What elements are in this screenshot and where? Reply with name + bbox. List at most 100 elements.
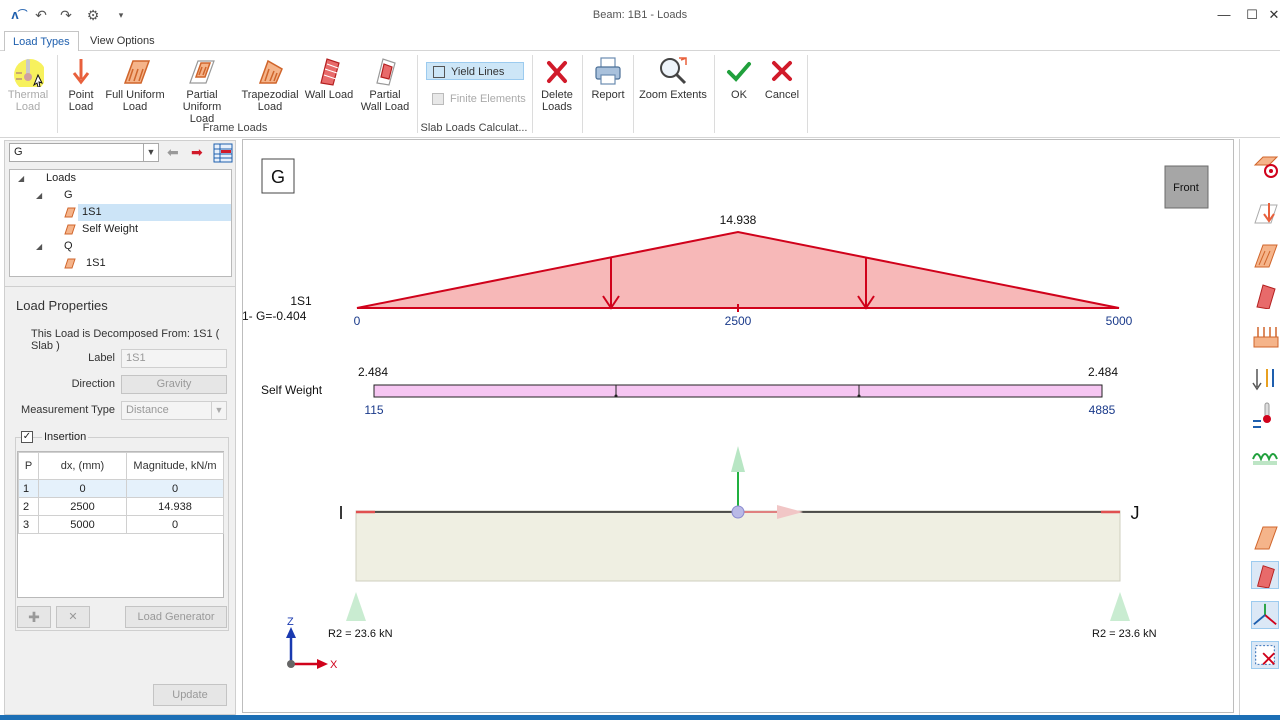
partial-wall-load-button[interactable]: Partial Wall Load [358, 55, 412, 113]
table-view-icon[interactable] [213, 143, 233, 163]
update-button[interactable]: Update [153, 684, 227, 706]
thermal-load-button[interactable]: Thermal Load [6, 55, 50, 113]
table-cell: 3 [18, 515, 39, 534]
tab-view-options[interactable]: View Options [82, 31, 163, 51]
partial-wall-load-label-1: Partial [369, 89, 401, 101]
delete-loads-label-2: Loads [542, 101, 572, 113]
wall-load-icon[interactable] [1251, 281, 1279, 309]
delete-loads-label-1: Delete [541, 89, 573, 101]
column-header: Magnitude, kN/m [126, 452, 224, 480]
tree-node-g-1s1[interactable]: 1S1 [78, 204, 231, 221]
point-load-button[interactable]: Point Load [62, 55, 100, 113]
table-cell[interactable]: 0 [38, 479, 127, 498]
remove-row-button[interactable]: ✕ [56, 606, 90, 628]
moment-load-icon[interactable] [1251, 365, 1279, 393]
left-reaction: R2 = 23.6 kN [328, 628, 393, 640]
beam-body[interactable] [355, 510, 1121, 582]
insertion-checkbox[interactable]: ✓ [21, 431, 33, 443]
load-case-combo[interactable]: G ▼ [9, 143, 159, 162]
cancel-button[interactable]: Cancel [762, 55, 802, 101]
load1-subname: 1- G=-0.404 [243, 309, 307, 323]
axis-icon[interactable] [1251, 601, 1279, 629]
plus-icon: ✚ [28, 609, 40, 625]
insertion-table-frame: P dx, (mm) Magnitude, kN/m 1 0 0 2 2500 … [17, 451, 224, 598]
table-row[interactable]: 1 0 0 [18, 479, 224, 498]
self-weight-dot [614, 394, 618, 398]
table-cell[interactable]: 0 [126, 515, 224, 534]
trapezoidal-load-label-2: Load [257, 101, 283, 113]
load-case-label: G [271, 167, 285, 187]
full-uniform-load-button[interactable]: Full Uniform Load [104, 55, 166, 113]
table-cell[interactable]: 2500 [38, 497, 127, 516]
load-case-value: G [14, 146, 23, 158]
table-cell[interactable]: 14.938 [126, 497, 224, 516]
load-generator-label: Load Generator [137, 611, 215, 623]
arrow-right-icon[interactable]: ➡ [191, 144, 203, 161]
tree-node-loads[interactable]: Loads [46, 170, 76, 187]
tree-node-q-1s1[interactable]: 1S1 [86, 255, 106, 272]
table-cell[interactable]: 5000 [38, 515, 127, 534]
left-panel: G ▼ ⬅ ➡ ◢ Loads ◢ G 1S1 Self Weight ◢ Q … [4, 140, 236, 715]
wall-load-button[interactable]: Wall Load [304, 55, 354, 101]
minimize-button[interactable]: — [1210, 5, 1238, 25]
delete-loads-button[interactable]: Delete Loads [537, 55, 577, 113]
load1-name: 1S1 [290, 294, 312, 308]
finite-elements-button[interactable]: Finite Elements [426, 90, 526, 108]
local-y-arrow [731, 446, 745, 472]
table-row[interactable]: 2 2500 14.938 [18, 497, 224, 516]
table-row[interactable]: 3 5000 0 [18, 515, 224, 534]
chevron-down-icon[interactable]: ▼ [211, 402, 226, 419]
global-x-arrow [317, 659, 328, 669]
collapse-icon[interactable]: ◢ [36, 242, 42, 251]
area-load-icon[interactable] [1251, 323, 1279, 351]
cancel-label: Cancel [764, 89, 800, 101]
partial-uniform-load-button[interactable]: Partial Uniform Load [170, 55, 234, 125]
frame-load-icon [64, 258, 76, 269]
thermal-load-icon[interactable] [1251, 401, 1279, 429]
chevron-down-icon[interactable]: ▼ [143, 144, 158, 161]
right-reaction: R2 = 23.6 kN [1092, 628, 1157, 640]
finite-elements-label: Finite Elements [450, 93, 526, 105]
frame-load-icon[interactable] [1251, 523, 1279, 551]
left-support-icon [346, 592, 366, 621]
tab-load-types[interactable]: Load Types [4, 31, 79, 52]
self-weight-load-shape[interactable] [373, 384, 1103, 398]
point-load-icon[interactable] [1251, 199, 1279, 227]
measurement-type-label: Measurement Type [21, 404, 115, 416]
right-toolbar [1239, 139, 1280, 715]
report-button[interactable]: Report [588, 55, 628, 101]
direction-button[interactable]: Gravity [121, 375, 227, 394]
yield-lines-button[interactable]: Yield Lines [426, 62, 524, 80]
collapse-icon[interactable]: ◢ [36, 191, 42, 200]
load-properties-heading: Load Properties [16, 298, 108, 313]
point-load-label-2: Load [68, 101, 94, 113]
point-load-label-1: Point [68, 89, 94, 101]
tree-node-q[interactable]: Q [64, 238, 73, 255]
uniform-load-icon[interactable] [1251, 241, 1279, 269]
add-row-button[interactable]: ✚ [17, 606, 51, 628]
load-generator-button[interactable]: Load Generator [125, 606, 227, 628]
zoom-extents-button[interactable]: Zoom Extents [638, 55, 708, 101]
ok-button[interactable]: OK [722, 55, 756, 101]
tree-node-self-weight[interactable]: Self Weight [82, 221, 138, 238]
arrow-left-icon[interactable]: ⬅ [167, 144, 179, 161]
trapezoidal-load-shape[interactable] [356, 230, 1120, 309]
trapezoidal-load-button[interactable]: Trapezodial Load [240, 55, 300, 113]
table-cell[interactable]: 0 [126, 479, 224, 498]
label-field[interactable]: 1S1 [121, 349, 227, 368]
load1-x-end: 5000 [1106, 314, 1133, 328]
zoom-extents-label: Zoom Extents [639, 89, 707, 101]
self-weight-name: Self Weight [261, 383, 323, 397]
table-cell: 2 [18, 497, 39, 516]
collapse-icon[interactable]: ◢ [18, 174, 24, 183]
close-button[interactable]: ✕ [1260, 5, 1280, 25]
grid-delete-icon[interactable] [1251, 641, 1279, 669]
load-diagram-canvas[interactable]: G Front 14.938 1S1 1- G=-0.404 0 2500 50… [242, 139, 1234, 713]
ribbon-separator [714, 55, 715, 133]
update-label: Update [172, 689, 208, 701]
spring-load-icon[interactable] [1251, 439, 1279, 467]
tree-node-g[interactable]: G [64, 187, 73, 204]
wall-view-icon[interactable] [1251, 561, 1279, 589]
trapezoid-load-icon[interactable] [1251, 151, 1279, 179]
measurement-type-select[interactable]: Distance ▼ [121, 401, 227, 420]
